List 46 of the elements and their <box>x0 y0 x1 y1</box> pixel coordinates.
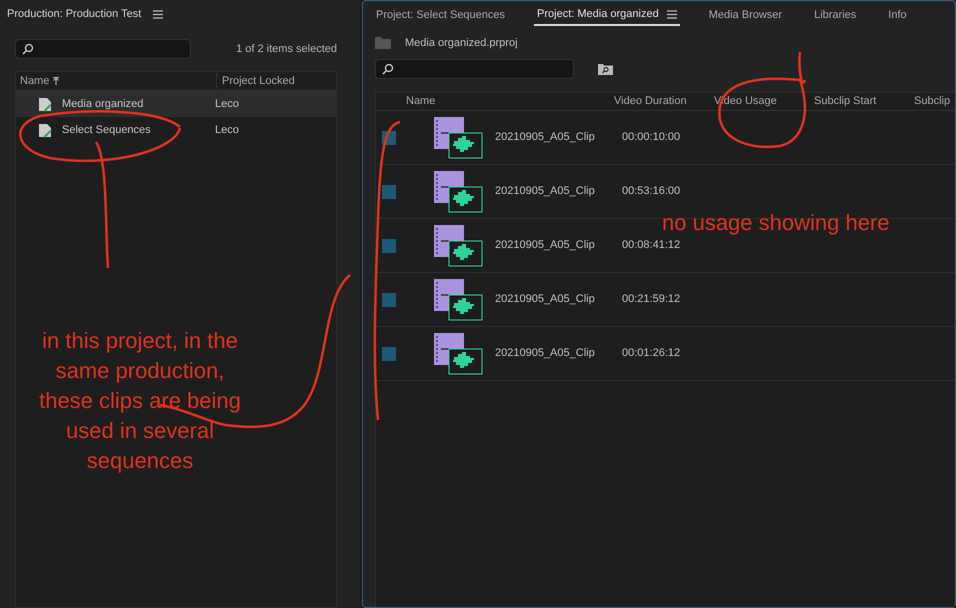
clip-icon <box>434 278 483 320</box>
column-header[interactable]: Subclip Start <box>814 93 914 110</box>
sort-arrow-icon <box>53 77 60 85</box>
video-duration: 00:08:41:12 <box>622 238 680 254</box>
panel-tab[interactable]: Project: Select Sequences <box>373 4 508 26</box>
project-name: Media organized <box>62 96 144 112</box>
project-row[interactable]: Media organized Leco <box>16 91 336 117</box>
clip-name: 20210905_A05_Clip <box>495 292 596 308</box>
search-icon <box>382 63 394 75</box>
annotation-text: no usage showing here <box>662 209 890 237</box>
project-name: Select Sequences <box>62 122 152 138</box>
clip-name: 20210905_A05_Clip <box>495 184 596 200</box>
video-duration: 00:21:59:12 <box>622 292 680 308</box>
clip-icon <box>434 332 483 374</box>
column-header[interactable]: Subclip <box>914 93 950 110</box>
clip-icon <box>434 116 483 158</box>
project-file-icon <box>38 122 52 138</box>
search-field[interactable] <box>375 59 574 79</box>
folder-search-icon[interactable] <box>598 64 613 74</box>
panel-tab[interactable]: Info <box>885 4 910 26</box>
locked-by: Leco <box>215 96 239 112</box>
column-header[interactable]: Video Duration <box>614 93 714 110</box>
clip-icon <box>434 224 483 266</box>
clip-name: 20210905_A05_Clip <box>495 130 596 146</box>
panel-tab[interactable]: Media Browser <box>706 4 786 26</box>
video-duration: 00:01:26:12 <box>622 346 680 362</box>
selection-count: 1 of 2 items selected <box>236 42 337 57</box>
video-duration: 00:53:16:00 <box>622 184 680 200</box>
menu-icon[interactable] <box>666 10 677 18</box>
clip-name: 20210905_A05_Clip <box>495 238 596 254</box>
project-filename: Media organized.prproj <box>405 36 518 51</box>
panel-tab[interactable]: Libraries <box>811 4 860 26</box>
search-field[interactable] <box>15 39 191 59</box>
column-header[interactable]: Project Locked <box>216 72 295 90</box>
panel-title: Production: Production Test <box>7 6 142 22</box>
clip-name: 20210905_A05_Clip <box>495 346 596 362</box>
project-row[interactable]: Select Sequences Leco <box>16 117 336 143</box>
clip-icon <box>434 170 483 212</box>
column-header[interactable]: Name <box>376 93 614 110</box>
menu-icon[interactable] <box>153 10 164 18</box>
project-file-icon <box>38 96 52 112</box>
video-duration: 00:00:10:00 <box>622 130 680 146</box>
locked-by: Leco <box>215 122 239 138</box>
panel-tab[interactable]: Project: Media organized <box>534 4 680 26</box>
search-icon <box>22 43 34 55</box>
column-header[interactable]: Name <box>16 72 216 90</box>
